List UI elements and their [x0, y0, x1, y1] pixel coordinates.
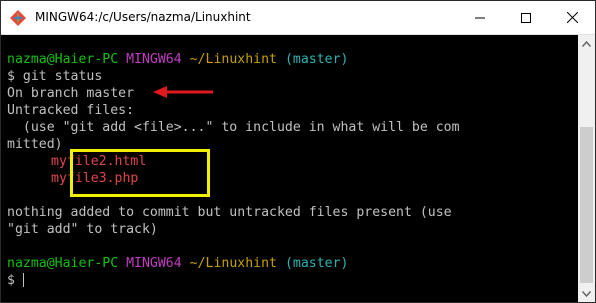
untracked-header-line: Untracked files: — [7, 103, 135, 118]
summary-line: nothing added to commit but untracked fi… — [7, 205, 452, 220]
hint-line-wrap: mitted) — [7, 137, 63, 152]
close-button[interactable] — [549, 1, 595, 34]
prompt-branch: (master) — [284, 52, 349, 67]
untracked-files-highlight — [70, 149, 210, 197]
summary-line-wrap: "git add" to track) — [7, 222, 158, 237]
prompt-user: nazma@Haier-PC — [7, 256, 119, 271]
minimize-button[interactable] — [457, 1, 503, 34]
prompt-user: nazma@Haier-PC — [7, 52, 119, 67]
maximize-icon — [521, 12, 531, 23]
prompt-path: ~/Linuxhint — [189, 256, 277, 271]
terminal-window: MINGW64:/c/Users/nazma/Linuxhint nazma@H… — [0, 0, 596, 303]
annotation-arrow-icon — [153, 86, 213, 98]
minimize-icon — [475, 17, 485, 18]
scroll-up-icon — [582, 40, 591, 47]
prompt-path: ~/Linuxhint — [189, 52, 277, 67]
input-line[interactable]: $ — [7, 272, 24, 289]
scroll-down-button[interactable] — [578, 285, 595, 302]
maximize-button[interactable] — [503, 1, 549, 34]
vertical-scrollbar[interactable] — [578, 35, 595, 302]
git-bash-icon — [10, 10, 26, 26]
prompt-shell: MINGW64 — [126, 256, 182, 271]
branch-status-line: On branch master — [7, 86, 135, 101]
prompt-line-2: nazma@Haier-PC MINGW64 ~/Linuxhint (mast… — [7, 255, 348, 272]
text-cursor — [22, 273, 24, 287]
window-title: MINGW64:/c/Users/nazma/Linuxhint — [35, 10, 251, 24]
input-prompt: $ — [7, 273, 15, 288]
title-bar[interactable]: MINGW64:/c/Users/nazma/Linuxhint — [1, 1, 595, 35]
prompt-shell: MINGW64 — [126, 52, 182, 67]
close-icon — [566, 12, 578, 23]
hint-line: (use "git add <file>..." to include in w… — [7, 120, 460, 135]
scroll-up-button[interactable] — [578, 35, 595, 52]
scrollbar-thumb[interactable] — [580, 127, 593, 283]
prompt-line-1: nazma@Haier-PC MINGW64 ~/Linuxhint (mast… — [7, 51, 348, 68]
scroll-down-icon — [582, 290, 591, 297]
command-line: $ git status — [7, 69, 103, 84]
prompt-branch: (master) — [284, 256, 349, 271]
